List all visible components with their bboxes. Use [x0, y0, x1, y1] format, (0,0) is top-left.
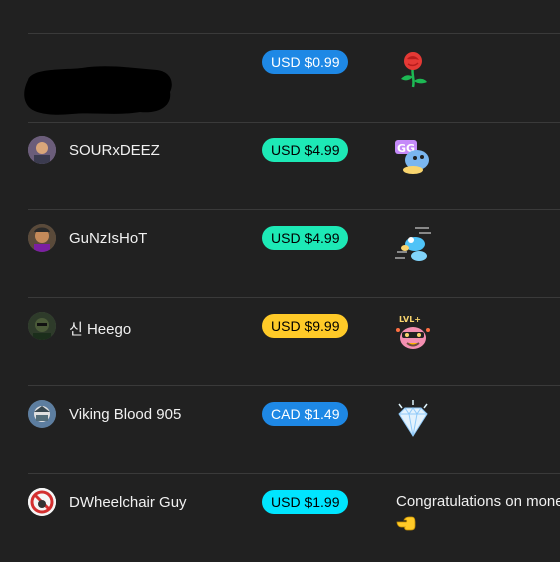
svg-text:LVL+: LVL+	[399, 315, 421, 324]
author-name: Viking Blood 905	[69, 406, 182, 423]
user-avatar[interactable]	[28, 224, 56, 252]
super-chat-item[interactable]: USD $0.99	[0, 34, 560, 122]
author-name: 신 Heego	[69, 321, 132, 338]
chat-message: Congratulations on mone	[396, 493, 560, 510]
user-avatar[interactable]	[28, 312, 56, 340]
level-up-sticker-icon: LVL+	[396, 315, 430, 349]
author-name: DWheelchair Guy	[69, 494, 187, 511]
super-chat-item[interactable]: Viking Blood 905 CAD $1.49	[0, 386, 560, 474]
gg-sticker-icon: GG	[395, 140, 429, 174]
amount-badge: USD $4.99	[262, 226, 349, 250]
author-name: GuNzIsHoT	[69, 230, 148, 247]
amount-badge: USD $1.99	[262, 490, 349, 514]
super-chat-list: USD $0.99 SOURxDEEZ USD $4.99 GG GuNzIsH…	[0, 0, 560, 560]
amount-badge: CAD $1.49	[262, 402, 349, 426]
super-chat-item[interactable]: GuNzIsHoT USD $4.99	[0, 210, 560, 298]
diamond-sticker-icon	[398, 400, 428, 437]
pointing-hand-emoji-icon	[396, 516, 416, 531]
redacted-name-blob	[24, 66, 172, 115]
running-sticker-icon	[395, 227, 431, 261]
user-avatar[interactable]	[28, 136, 56, 164]
rose-sticker-icon	[401, 52, 427, 88]
super-chat-item[interactable]: 신 Heego USD $9.99 LVL+	[0, 298, 560, 386]
amount-badge: USD $4.99	[262, 138, 349, 162]
super-chat-item[interactable]: SOURxDEEZ USD $4.99 GG	[0, 122, 560, 210]
author-name: SOURxDEEZ	[69, 142, 160, 159]
super-chat-item[interactable]: DWheelchair Guy USD $1.99 Congratulation…	[0, 474, 560, 562]
amount-badge: USD $0.99	[262, 50, 349, 74]
amount-badge: USD $9.99	[262, 314, 349, 338]
user-avatar[interactable]	[28, 488, 56, 516]
user-avatar[interactable]	[28, 400, 56, 428]
